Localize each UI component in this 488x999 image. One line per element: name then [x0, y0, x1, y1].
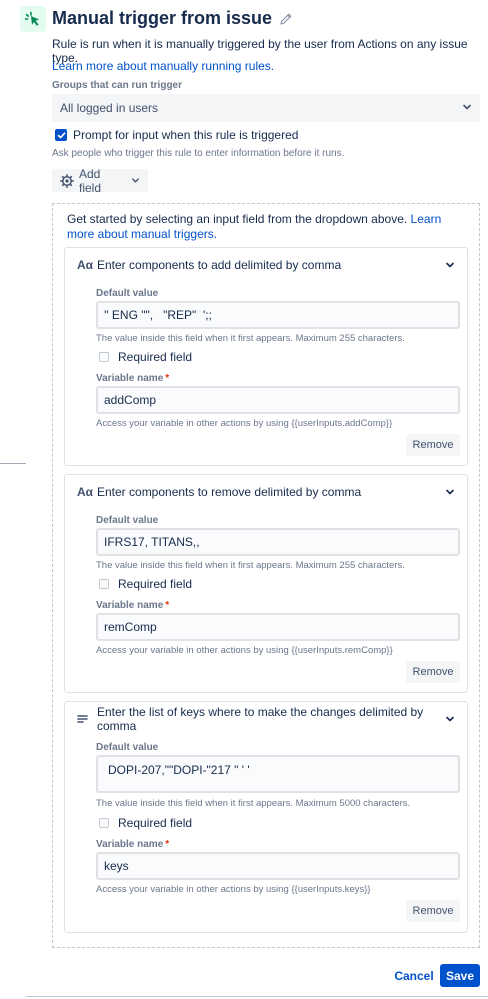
variable-name-helper: Access your variable in other actions by… — [96, 418, 393, 429]
card-header[interactable]: Aα Enter components to add delimited by … — [77, 257, 455, 273]
add-field-label: Add field — [79, 166, 102, 195]
required-field-label: Required field — [118, 816, 193, 830]
required-field-label: Required field — [118, 350, 193, 364]
variable-name-label: Variable name * — [96, 373, 169, 384]
prompt-helper-text: Ask people who trigger this rule to ente… — [52, 148, 345, 159]
prompt-checkbox[interactable] — [55, 129, 67, 141]
prompt-checkbox-label: Prompt for input when this rule is trigg… — [73, 128, 299, 142]
default-value-label: Default value — [96, 288, 159, 299]
input-field-card: Aα Enter components to add delimited by … — [64, 247, 468, 466]
dropzone-intro-text: Get started by selecting an input field … — [67, 212, 408, 226]
required-field-label: Required field — [118, 577, 193, 591]
prompt-checkbox-row[interactable]: Prompt for input when this rule is trigg… — [55, 128, 298, 142]
required-field-checkbox[interactable] — [99, 352, 109, 362]
save-button[interactable]: Save — [440, 964, 480, 987]
variable-name-input[interactable]: keys — [96, 852, 460, 880]
paragraph-field-icon — [77, 714, 91, 725]
learn-more-manual-rules-link[interactable]: Learn more about manually running rules. — [52, 59, 274, 73]
groups-label: Groups that can run trigger — [52, 80, 183, 91]
card-title: Enter the list of keys where to make the… — [97, 705, 424, 733]
edit-pencil-icon[interactable] — [279, 12, 293, 26]
card-title: Enter components to add delimited by com… — [97, 258, 342, 272]
groups-select[interactable]: All logged in users — [52, 94, 480, 122]
variable-name-label-text: Variable name — [96, 600, 164, 611]
card-header[interactable]: Aα Enter components to remove delimited … — [77, 484, 455, 500]
required-field-row[interactable]: Required field — [99, 816, 192, 830]
remove-button[interactable]: Remove — [406, 661, 460, 683]
text-field-icon: Aα — [77, 258, 94, 272]
gear-icon — [60, 173, 74, 188]
card-header[interactable]: Enter the list of keys where to make the… — [77, 705, 455, 733]
default-value-helper: The value inside this field when it firs… — [96, 798, 411, 809]
default-value-helper: The value inside this field when it firs… — [96, 333, 405, 344]
page-title: Manual trigger from issue — [52, 8, 273, 28]
dropzone-intro: Get started by selecting an input field … — [67, 212, 467, 242]
remove-button[interactable]: Remove — [406, 434, 460, 456]
variable-name-helper: Access your variable in other actions by… — [96, 645, 393, 656]
left-divider — [0, 463, 26, 464]
chevron-down-icon — [131, 176, 140, 185]
bottom-divider — [26, 996, 488, 997]
add-field-button[interactable]: Add field — [52, 166, 148, 195]
variable-name-label: Variable name * — [96, 839, 169, 850]
groups-selected-value: All logged in users — [60, 101, 159, 115]
cancel-button[interactable]: Cancel — [392, 966, 436, 986]
variable-name-label: Variable name * — [96, 600, 169, 611]
required-asterisk: * — [165, 600, 170, 611]
variable-name-helper: Access your variable in other actions by… — [96, 884, 371, 895]
manual-trigger-icon — [20, 6, 46, 32]
card-title: Enter components to remove delimited by … — [97, 485, 362, 499]
chevron-down-icon[interactable] — [445, 260, 455, 270]
chevron-down-icon[interactable] — [445, 487, 455, 497]
required-asterisk: * — [165, 839, 170, 850]
default-value-label: Default value — [96, 742, 159, 753]
default-value-label: Default value — [96, 515, 159, 526]
required-field-checkbox[interactable] — [99, 818, 109, 828]
variable-name-input[interactable]: remComp — [96, 613, 460, 641]
variable-name-label-text: Variable name — [96, 839, 164, 850]
variable-name-label-text: Variable name — [96, 373, 164, 384]
variable-name-input[interactable]: addComp — [96, 386, 460, 414]
default-value-helper: The value inside this field when it firs… — [96, 560, 405, 571]
required-field-checkbox[interactable] — [99, 579, 109, 589]
chevron-down-icon[interactable] — [445, 714, 455, 724]
default-value-input[interactable]: '' ENG "", "REP" ';; — [96, 301, 460, 329]
required-field-row[interactable]: Required field — [99, 577, 192, 591]
required-field-row[interactable]: Required field — [99, 350, 192, 364]
input-field-card: Aα Enter components to remove delimited … — [64, 474, 468, 693]
default-value-textarea[interactable]: DOPI-207,""DOPI-"217 " ' ' — [96, 755, 460, 793]
text-field-icon: Aα — [77, 485, 94, 499]
input-field-card: Enter the list of keys where to make the… — [64, 701, 468, 933]
remove-button[interactable]: Remove — [406, 900, 460, 922]
required-asterisk: * — [165, 373, 170, 384]
default-value-input[interactable]: IFRS17, TITANS,, — [96, 528, 460, 556]
chevron-down-icon — [462, 101, 472, 115]
title-row: Manual trigger from issue — [52, 8, 293, 29]
